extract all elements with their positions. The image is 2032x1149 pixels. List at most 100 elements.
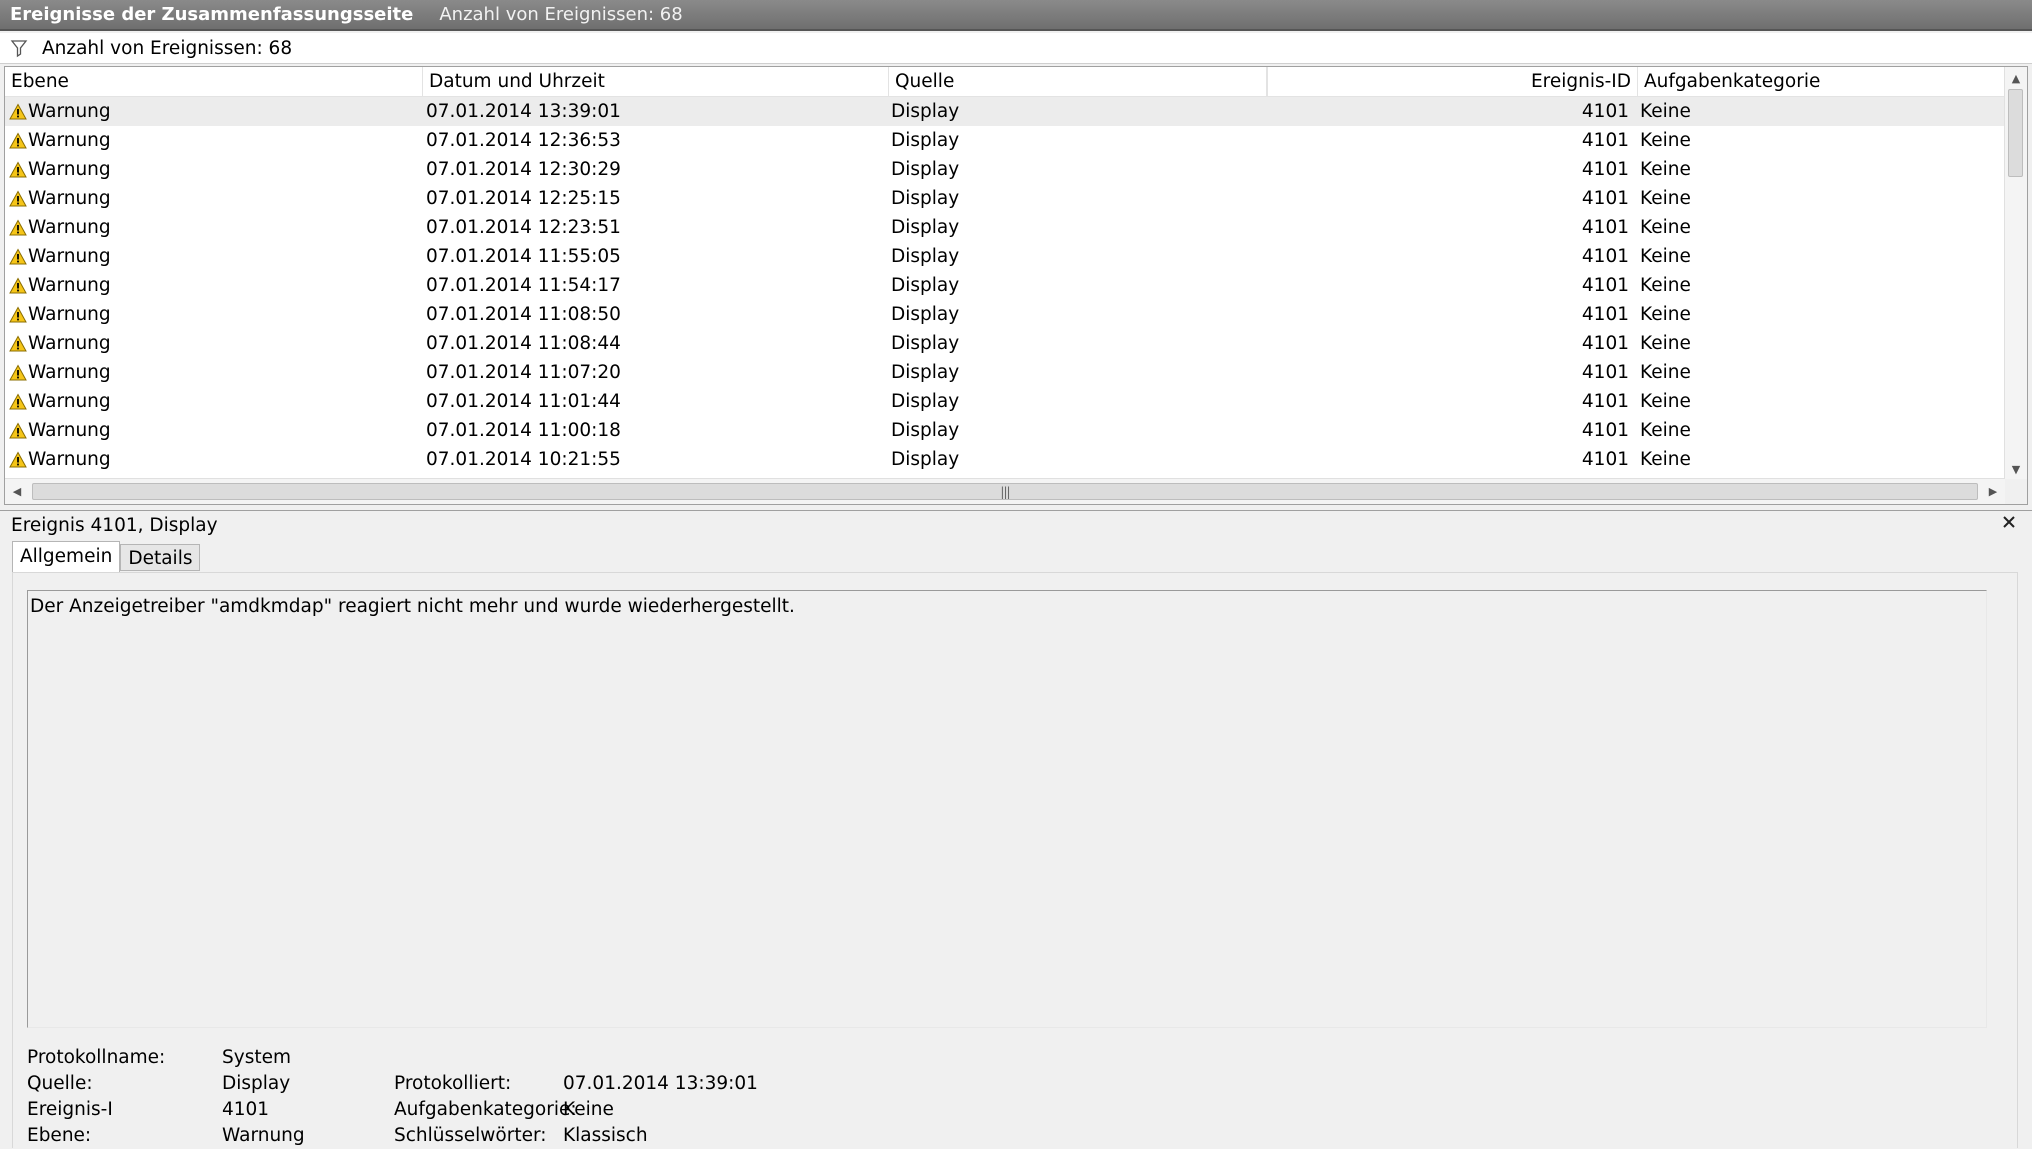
level-text: Warnung xyxy=(28,101,111,122)
level-cell: Warnung xyxy=(9,387,111,416)
column-header-event-id[interactable]: Ereignis-ID xyxy=(1268,67,1638,96)
level-cell: Warnung xyxy=(9,329,111,358)
general-tab-pane: Der Anzeigetreiber "amdkmdap" reagiert n… xyxy=(12,572,2018,1148)
column-header-source[interactable]: Quelle xyxy=(889,67,1267,96)
warning-icon xyxy=(9,392,27,409)
task-category-value[interactable]: Keine xyxy=(563,1097,614,1123)
table-row[interactable]: Warnung 07.01.2014 11:08:50 Display 4101 Kei… xyxy=(5,300,2005,329)
warning-icon xyxy=(9,160,27,177)
event-id-cell: 4101 xyxy=(1581,101,1629,122)
table-row[interactable]: Warnung 07.01.2014 11:55:05 Display 4101 Kei… xyxy=(5,242,2005,271)
task-category-cell: Keine xyxy=(1640,217,1691,238)
scroll-down-icon[interactable]: ▼ xyxy=(2005,458,2027,480)
table-row[interactable]: Warnung 07.01.2014 11:07:20 Display 4101 Kei… xyxy=(5,358,2005,387)
column-header-task-category[interactable]: Aufgabenkategorie xyxy=(1638,67,2004,96)
datetime-cell: 07.01.2014 11:00:18 xyxy=(426,420,621,441)
source-label: Quelle: xyxy=(27,1073,93,1094)
close-icon[interactable] xyxy=(2000,513,2018,531)
table-row[interactable]: Warnung 07.01.2014 11:54:17 Display 4101 Kei… xyxy=(5,271,2005,300)
task-category-cell: Keine xyxy=(1640,159,1691,180)
event-id-cell: 4101 xyxy=(1581,449,1629,470)
warning-icon xyxy=(9,218,27,235)
filter-bar: Anzahl von Ereignissen: 68 xyxy=(0,33,2032,64)
table-row[interactable]: Warnung 07.01.2014 11:01:44 Display 4101 Kei… xyxy=(5,387,2005,416)
level-cell: Warnung xyxy=(9,445,111,474)
logged-value[interactable]: 07.01.2014 13:39:01 xyxy=(563,1071,758,1097)
table-row[interactable]: Warnung 07.01.2014 10:21:55 Display 4101 Kei… xyxy=(5,445,2005,474)
level-value[interactable]: Warnung xyxy=(222,1123,305,1149)
level-cell: Warnung xyxy=(9,358,111,387)
level-text: Warnung xyxy=(28,246,111,267)
grid-body: Warnung 07.01.2014 13:39:01 Display 4101 Kei… xyxy=(5,97,2005,474)
event-list-grid[interactable]: Ebene Datum und Uhrzeit Quelle Ereignis-… xyxy=(4,66,2028,505)
source-cell: Display xyxy=(891,188,960,209)
task-category-cell: Keine xyxy=(1640,246,1691,267)
datetime-cell: 07.01.2014 12:23:51 xyxy=(426,217,621,238)
level-cell: Warnung xyxy=(9,213,111,242)
table-row[interactable]: Warnung 07.01.2014 12:30:29 Display 4101 Kei… xyxy=(5,155,2005,184)
column-header-datetime[interactable]: Datum und Uhrzeit xyxy=(423,67,889,96)
event-id-cell: 4101 xyxy=(1581,188,1629,209)
column-header-level[interactable]: Ebene xyxy=(5,67,423,96)
event-detail-pane: Ereignis 4101, Display Allgemein Details… xyxy=(0,510,2032,1148)
level-text: Warnung xyxy=(28,333,111,354)
warning-icon xyxy=(9,247,27,264)
warning-icon xyxy=(9,102,27,119)
source-cell: Display xyxy=(891,101,960,122)
horizontal-scrollbar[interactable]: ◀ ||| ▶ xyxy=(5,478,2005,504)
tab-details[interactable]: Details xyxy=(120,544,201,571)
table-row[interactable]: Warnung 07.01.2014 12:23:51 Display 4101 Kei… xyxy=(5,213,2005,242)
scroll-right-icon[interactable]: ▶ xyxy=(1981,479,2005,504)
level-text: Warnung xyxy=(28,188,111,209)
task-category-label: Aufgabenkategorie: xyxy=(394,1099,577,1120)
datetime-cell: 07.01.2014 11:07:20 xyxy=(426,362,621,383)
source-cell: Display xyxy=(891,246,960,267)
warning-icon xyxy=(9,305,27,322)
level-cell: Warnung xyxy=(9,155,111,184)
event-id-cell: 4101 xyxy=(1581,217,1629,238)
vertical-scrollbar[interactable]: ▲ ▼ xyxy=(2004,67,2027,480)
task-category-cell: Keine xyxy=(1640,275,1691,296)
event-id-cell: 4101 xyxy=(1581,275,1629,296)
event-id-cell: 4101 xyxy=(1581,362,1629,383)
level-text: Warnung xyxy=(28,275,111,296)
warning-icon xyxy=(9,421,27,438)
keywords-value[interactable]: Klassisch xyxy=(563,1123,648,1149)
source-value[interactable]: Display xyxy=(222,1071,290,1097)
filter-icon[interactable] xyxy=(6,33,36,63)
scroll-corner xyxy=(2005,479,2027,504)
level-cell: Warnung xyxy=(9,242,111,271)
summary-title: Ereignisse der Zusammenfassungsseite xyxy=(10,4,414,25)
horizontal-scroll-thumb[interactable]: ||| xyxy=(32,483,1978,500)
warning-icon xyxy=(9,276,27,293)
source-cell: Display xyxy=(891,304,960,325)
datetime-cell: 07.01.2014 10:21:55 xyxy=(426,449,621,470)
event-id-value[interactable]: 4101 xyxy=(222,1097,269,1123)
warning-icon xyxy=(9,363,27,380)
task-category-cell: Keine xyxy=(1640,304,1691,325)
scroll-left-icon[interactable]: ◀ xyxy=(5,479,29,504)
warning-icon xyxy=(9,131,27,148)
datetime-cell: 07.01.2014 11:08:44 xyxy=(426,333,621,354)
scroll-up-icon[interactable]: ▲ xyxy=(2005,67,2027,89)
event-count-label: Anzahl von Ereignissen: 68 xyxy=(439,4,683,25)
event-message[interactable]: Der Anzeigetreiber "amdkmdap" reagiert n… xyxy=(27,590,1987,1028)
table-row[interactable]: Warnung 07.01.2014 11:00:18 Display 4101 Kei… xyxy=(5,416,2005,445)
log-name-value[interactable]: System xyxy=(222,1045,291,1071)
table-row[interactable]: Warnung 07.01.2014 12:36:53 Display 4101 Kei… xyxy=(5,126,2005,155)
tab-general[interactable]: Allgemein xyxy=(12,541,121,573)
source-cell: Display xyxy=(891,449,960,470)
vertical-scroll-thumb[interactable] xyxy=(2008,89,2023,177)
source-cell: Display xyxy=(891,420,960,441)
table-row[interactable]: Warnung 07.01.2014 12:25:15 Display 4101 Kei… xyxy=(5,184,2005,213)
table-row[interactable]: Warnung 07.01.2014 13:39:01 Display 4101 Kei… xyxy=(5,97,2005,126)
event-id-cell: 4101 xyxy=(1581,246,1629,267)
task-category-cell: Keine xyxy=(1640,101,1691,122)
task-category-cell: Keine xyxy=(1640,188,1691,209)
task-category-cell: Keine xyxy=(1640,420,1691,441)
event-id-cell: 4101 xyxy=(1581,159,1629,180)
table-row[interactable]: Warnung 07.01.2014 11:08:44 Display 4101 Kei… xyxy=(5,329,2005,358)
level-text: Warnung xyxy=(28,420,111,441)
task-category-cell: Keine xyxy=(1640,449,1691,470)
level-cell: Warnung xyxy=(9,300,111,329)
